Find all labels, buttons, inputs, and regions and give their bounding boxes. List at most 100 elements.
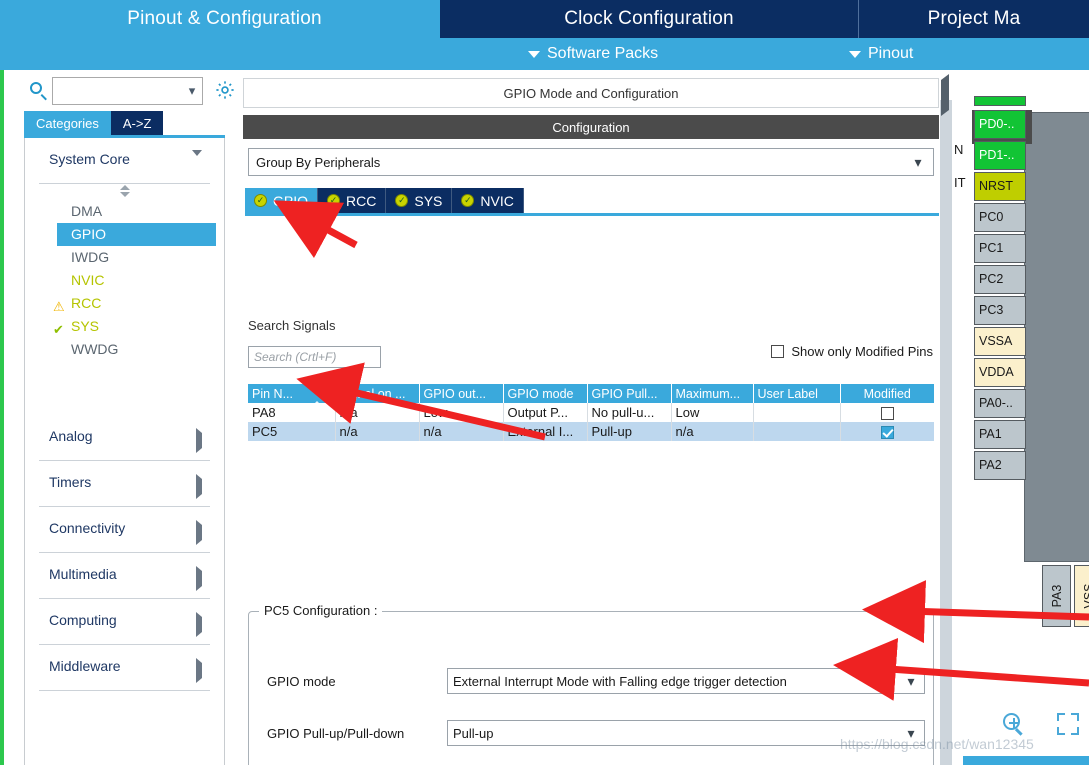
- pin-pc1[interactable]: PC1: [974, 234, 1026, 263]
- tab-sys-label: SYS: [414, 193, 442, 209]
- pin-pd0[interactable]: PD0-..: [974, 110, 1026, 139]
- search-signals-input[interactable]: Search (Crtl+F): [248, 346, 381, 368]
- sidebar-group-multimedia[interactable]: Multimedia: [25, 553, 224, 599]
- sidebar-group-computing[interactable]: Computing: [25, 599, 224, 645]
- splitter-expand-icon[interactable]: [941, 95, 949, 110]
- pin-vdda-label: VDDA: [979, 365, 1014, 379]
- cell-user-label: [753, 422, 840, 441]
- pin-vssa[interactable]: VSSA: [974, 327, 1026, 356]
- configuration-header-label: Configuration: [552, 120, 629, 135]
- pin-pa3[interactable]: PA3: [1042, 565, 1071, 627]
- pin-pa0[interactable]: PA0-..: [974, 389, 1026, 418]
- tab-pinout-configuration[interactable]: Pinout & Configuration: [11, 0, 438, 38]
- col-gpio-output-label: GPIO out...: [424, 387, 487, 401]
- col-modified-label: Modified: [864, 387, 911, 401]
- sort-icon[interactable]: [313, 387, 329, 401]
- sidebar-group-timers[interactable]: Timers: [25, 461, 224, 507]
- gpio-pull-select[interactable]: Pull-up ▾: [447, 720, 925, 746]
- pin-nrst-label: NRST: [979, 179, 1013, 193]
- sidebar-item-wwdg[interactable]: WWDG: [25, 338, 224, 361]
- gpio-mode-select[interactable]: External Interrupt Mode with Falling edg…: [447, 668, 925, 694]
- show-only-modified-checkbox[interactable]: [771, 345, 784, 358]
- col-pin-name[interactable]: Pin N...: [248, 384, 335, 403]
- pin-pa2[interactable]: PA2: [974, 451, 1026, 480]
- pin-vdda[interactable]: VDDA: [974, 358, 1026, 387]
- group-by-value: Group By Peripherals: [249, 155, 903, 170]
- tab-rcc[interactable]: ✓ RCC: [318, 188, 386, 213]
- panel-splitter[interactable]: [940, 70, 952, 765]
- pin-pd1-label: PD1-..: [979, 148, 1014, 162]
- tab-sys[interactable]: ✓ SYS: [386, 188, 452, 213]
- group-by-select[interactable]: Group By Peripherals ▾: [248, 148, 934, 176]
- sidebar-item-rcc[interactable]: ⚠ RCC: [25, 292, 224, 315]
- sub-item-pinout-label: Pinout: [868, 45, 913, 63]
- sidebar-item-dma[interactable]: DMA: [25, 200, 224, 223]
- pin-nrst[interactable]: NRST: [974, 172, 1026, 201]
- pin-pd1[interactable]: PD1-..: [974, 141, 1026, 170]
- sidebar-item-sys[interactable]: ✔ SYS: [25, 315, 224, 338]
- pin-pc2[interactable]: PC2: [974, 265, 1026, 294]
- sidebar-item-nvic-label: NVIC: [71, 272, 104, 288]
- sidebar-tree: System Core DMA GPIO IWDG NVIC ⚠: [24, 138, 225, 765]
- pin-pa1[interactable]: PA1: [974, 420, 1026, 449]
- tab-clock-configuration[interactable]: Clock Configuration: [440, 0, 858, 38]
- field-gpio-pull-label: GPIO Pull-up/Pull-down: [267, 726, 404, 741]
- show-only-modified-pins[interactable]: Show only Modified Pins: [771, 344, 933, 359]
- pin-pc0[interactable]: PC0: [974, 203, 1026, 232]
- chevron-down-icon[interactable]: ▾: [182, 83, 202, 99]
- col-maximum-speed[interactable]: Maximum...: [671, 384, 753, 403]
- sub-tab-bar: Software Packs Pinout: [0, 38, 1089, 70]
- tab-nvic[interactable]: ✓ NVIC: [452, 188, 523, 213]
- sidebar-group-connectivity[interactable]: Connectivity: [25, 507, 224, 553]
- chevron-right-icon: [196, 571, 202, 586]
- table-row[interactable]: PC5 n/a n/a External I... Pull-up n/a: [248, 422, 934, 441]
- scroll-spinner[interactable]: [25, 184, 224, 200]
- tab-clock-configuration-label: Clock Configuration: [564, 8, 734, 30]
- sidebar-search-combo[interactable]: ▾: [52, 77, 203, 105]
- col-modified[interactable]: Modified: [840, 384, 934, 403]
- spinner-down-icon[interactable]: [120, 192, 130, 197]
- sidebar-item-gpio[interactable]: GPIO: [57, 223, 216, 246]
- table-row[interactable]: PA8 n/a Low Output P... No pull-u... Low: [248, 403, 934, 422]
- tab-gpio[interactable]: ✓ GPIO: [245, 188, 318, 213]
- sidebar-group-analog-label: Analog: [49, 428, 93, 444]
- col-user-label[interactable]: User Label: [753, 384, 840, 403]
- chevron-down-icon[interactable]: ▾: [898, 725, 924, 742]
- sub-item-software-packs[interactable]: Software Packs: [528, 38, 658, 70]
- sidebar-group-analog[interactable]: Analog: [25, 415, 224, 461]
- peripheral-tabs-underline: [245, 213, 939, 216]
- col-gpio-output[interactable]: GPIO out...: [419, 384, 503, 403]
- sidebar-group-computing-label: Computing: [49, 612, 117, 628]
- pin-pc3[interactable]: PC3: [974, 296, 1026, 325]
- sub-item-software-packs-label: Software Packs: [547, 45, 658, 63]
- pinout-view[interactable]: N IT PD0-.. PD1-.. NRST PC0 PC1 PC2 PC3 …: [952, 70, 1089, 765]
- col-gpio-mode[interactable]: GPIO mode: [503, 384, 587, 403]
- cell-maximum-speed: Low: [671, 403, 753, 422]
- pin-pc1-label: PC1: [979, 241, 1003, 255]
- pin-vss[interactable]: VSS: [1074, 565, 1089, 627]
- col-gpio-pull[interactable]: GPIO Pull...: [587, 384, 671, 403]
- sidebar-item-iwdg[interactable]: IWDG: [25, 246, 224, 269]
- tab-project-manager[interactable]: Project Ma: [858, 0, 1089, 38]
- modified-checkbox[interactable]: [881, 407, 894, 420]
- main-tabs: Pinout & Configuration Clock Configurati…: [0, 0, 1089, 38]
- col-signal-on[interactable]: Signal on ...: [335, 384, 419, 403]
- tab-gpio-label: GPIO: [273, 193, 308, 209]
- tab-categories[interactable]: Categories: [24, 111, 111, 135]
- cell-maximum-speed: n/a: [671, 422, 753, 441]
- pin-side-label-n: N: [954, 142, 963, 157]
- zoom-in-icon[interactable]: [1001, 711, 1027, 737]
- field-gpio-mode-label: GPIO mode: [267, 674, 336, 689]
- modified-checkbox[interactable]: [881, 426, 894, 439]
- sidebar-item-nvic[interactable]: NVIC: [25, 269, 224, 292]
- sub-item-pinout[interactable]: Pinout: [849, 38, 913, 70]
- chevron-down-icon[interactable]: ▾: [903, 154, 933, 171]
- sidebar-group-middleware[interactable]: Middleware: [25, 645, 224, 691]
- sidebar-group-system-core[interactable]: System Core: [25, 138, 224, 184]
- sidebar-item-wwdg-label: WWDG: [71, 341, 118, 357]
- tab-a-to-z[interactable]: A->Z: [111, 111, 164, 135]
- gear-icon[interactable]: [214, 79, 236, 101]
- spinner-up-icon[interactable]: [120, 185, 130, 190]
- fit-to-screen-icon[interactable]: [1057, 713, 1079, 735]
- chevron-down-icon[interactable]: ▾: [898, 673, 924, 690]
